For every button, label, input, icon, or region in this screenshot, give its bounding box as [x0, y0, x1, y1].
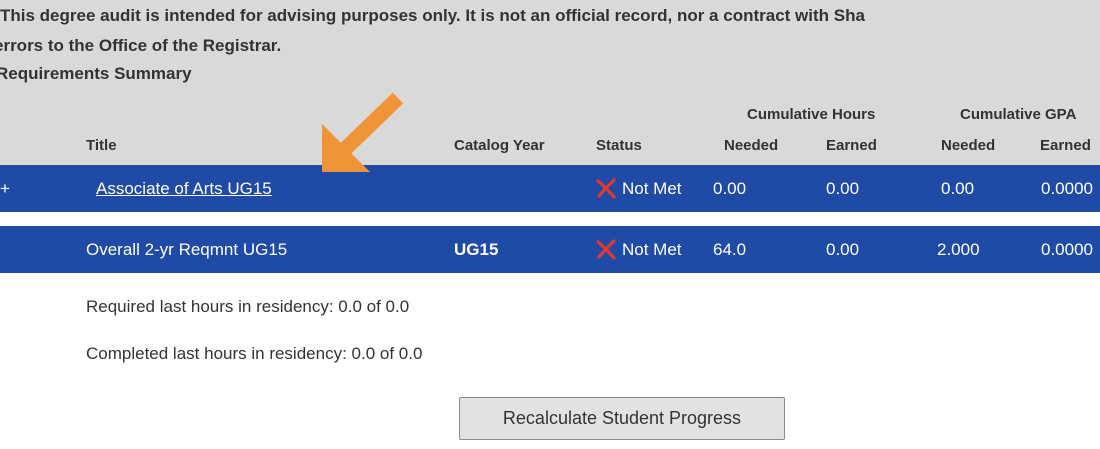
x-mark-icon — [596, 239, 616, 260]
status-label: Not Met — [622, 240, 682, 259]
disclaimer-text-continued: errors to the Office of the Registrar. — [0, 36, 282, 55]
status-cell: Not Met — [594, 226, 682, 273]
cumulative-hours-header: Cumulative Hours — [747, 106, 876, 123]
required-residency-text: Required last hours in residency: 0.0 of… — [86, 297, 410, 316]
column-header-status: Status — [596, 137, 642, 154]
disclaimer-text: This degree audit is intended for advisi… — [0, 6, 865, 25]
column-header-title: Title — [86, 137, 117, 154]
status-label: Not Met — [622, 179, 682, 198]
catalog-year-cell: UG15 — [454, 240, 499, 259]
hours-earned-cell: 0.00 — [826, 179, 860, 198]
gpa-earned-cell: 0.0000 — [1041, 240, 1093, 259]
gpa-earned-cell: 0.0000 — [1041, 179, 1093, 198]
hours-needed-cell: 64.0 — [713, 240, 747, 259]
column-header-gpa-earned: Earned — [1040, 137, 1091, 154]
expand-toggle[interactable]: + — [0, 165, 10, 212]
gpa-needed-cell: 2.000 — [937, 240, 980, 259]
completed-residency-text: Completed last hours in residency: 0.0 o… — [86, 344, 423, 363]
audit-notice-banner: This degree audit is intended for advisi… — [0, 0, 1100, 165]
hours-earned-cell: 0.00 — [826, 240, 860, 259]
column-header-hours-earned: Earned — [826, 137, 877, 154]
cumulative-gpa-header: Cumulative GPA — [960, 106, 1077, 123]
gpa-needed-cell: 0.00 — [941, 179, 975, 198]
x-mark-icon — [596, 178, 616, 199]
column-header-catalog-year: Catalog Year — [454, 137, 545, 154]
column-header-hours-needed: Needed — [724, 137, 779, 154]
status-cell: Not Met — [594, 165, 682, 212]
requirement-row-associate-of-arts: + Associate of Arts UG15 Not Met 0.00 0.… — [0, 165, 1100, 212]
program-link-associate-of-arts[interactable]: Associate of Arts UG15 — [96, 165, 272, 212]
arrow-icon — [322, 92, 404, 172]
recalculate-student-progress-button[interactable]: Recalculate Student Progress — [459, 397, 785, 440]
requirements-summary-title: Requirements Summary — [0, 64, 192, 83]
hours-needed-cell: 0.00 — [713, 179, 747, 198]
column-header-gpa-needed: Needed — [941, 137, 996, 154]
requirement-title: Overall 2-yr Reqmnt UG15 — [86, 240, 288, 259]
requirement-row-overall-2yr: Overall 2-yr Reqmnt UG15 UG15 Not Met 64… — [0, 226, 1100, 273]
